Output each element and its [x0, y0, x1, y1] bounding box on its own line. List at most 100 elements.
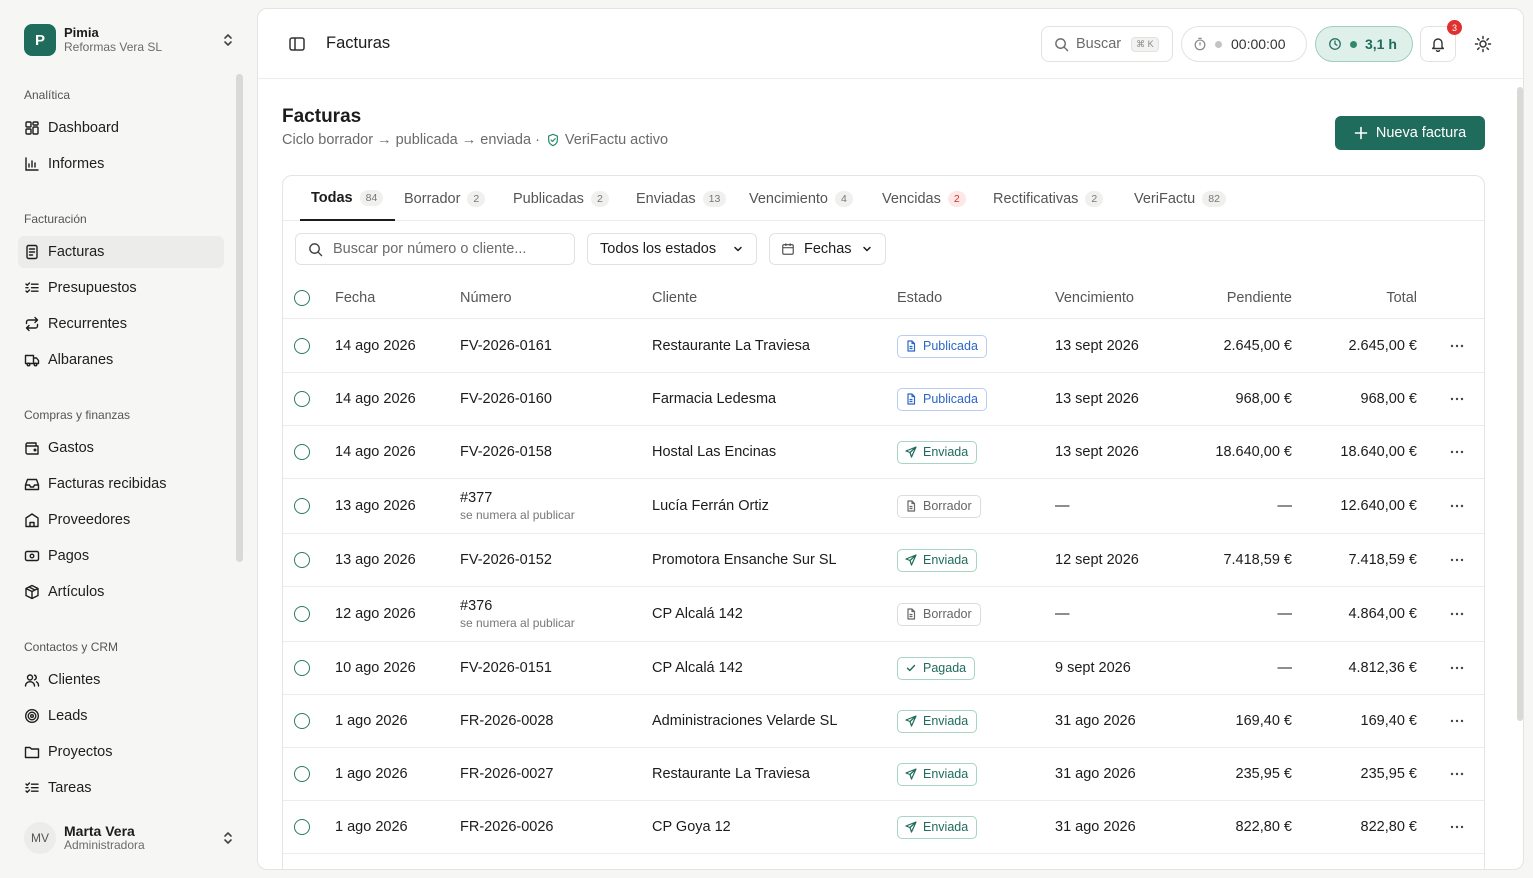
sidebar-item-gastos[interactable]: Gastos — [18, 432, 224, 464]
sidebar-item-proyectos[interactable]: Proyectos — [18, 736, 224, 768]
row-checkbox[interactable] — [294, 552, 310, 568]
column-vencimiento[interactable]: Vencimiento — [1055, 277, 1134, 318]
tab-borrador[interactable]: Borrador 2 — [404, 176, 486, 221]
tab-publicadas[interactable]: Publicadas 2 — [513, 176, 609, 221]
global-search-button[interactable]: Buscar ⌘ K — [1041, 26, 1173, 62]
more-options-icon[interactable] — [1449, 766, 1465, 782]
table-row[interactable]: 1 ago 2026 FR-2026-0027 Restaurante La Tra… — [283, 748, 1484, 801]
table-row[interactable]: 12 ago 2026 #376 se numera al publicar CP A… — [283, 587, 1484, 642]
more-options-icon[interactable] — [1449, 606, 1465, 622]
sun-icon[interactable] — [1474, 35, 1492, 53]
client-name: CP Alcalá 142 — [652, 606, 743, 622]
tab-vencidas[interactable]: Vencidas 2 — [882, 176, 966, 221]
sidebar-item-facturas[interactable]: Facturas — [18, 236, 224, 268]
table-row[interactable]: 13 ago 2026 FV-2026-0152 Promotora Ensanch… — [283, 534, 1484, 587]
sidebar-item-proveedores[interactable]: Proveedores — [18, 504, 224, 536]
status-badge: Publicada — [897, 334, 987, 358]
more-options-icon[interactable] — [1449, 660, 1465, 676]
row-checkbox[interactable] — [294, 766, 310, 782]
row-checkbox[interactable] — [294, 444, 310, 460]
column-cliente[interactable]: Cliente — [652, 277, 697, 318]
list-check-icon — [25, 282, 39, 293]
tab-todas[interactable]: Todas 84 — [300, 176, 396, 221]
select-all-checkbox[interactable] — [294, 289, 310, 306]
tab-verifactu[interactable]: VeriFactu 82 — [1134, 176, 1226, 221]
send-icon — [905, 554, 917, 566]
row-checkbox[interactable] — [294, 713, 310, 729]
invoice-date: 14 ago 2026 — [335, 444, 416, 460]
row-checkbox[interactable] — [294, 819, 310, 835]
total-amount: 7.418,59 € — [1348, 552, 1417, 568]
new-invoice-button[interactable]: Nueva factura — [1335, 116, 1485, 150]
row-checkbox[interactable] — [294, 606, 310, 622]
user-menu[interactable]: MV Marta Vera Administradora — [24, 820, 236, 856]
column-total[interactable]: Total — [1318, 277, 1417, 318]
sidebar-item-presupuestos[interactable]: Presupuestos — [18, 272, 224, 304]
org-switcher[interactable]: P Pimia Reformas Vera SL — [24, 24, 236, 56]
invoice-number-cell: FR-2026-0026 — [460, 801, 554, 853]
table-row[interactable]: 14 ago 2026 FV-2026-0160 Farmacia Ledesma P… — [283, 373, 1484, 426]
more-options-icon[interactable] — [1449, 444, 1465, 460]
tasks-icon — [25, 782, 39, 793]
hours-today[interactable]: 3,1 h — [1315, 26, 1413, 62]
client-name: Promotora Ensanche Sur SL — [652, 552, 837, 568]
more-options-icon[interactable] — [1449, 338, 1465, 354]
tab-vencimiento[interactable]: Vencimiento 4 — [749, 176, 853, 221]
notifications-button[interactable]: 3 — [1420, 20, 1462, 62]
row-checkbox[interactable] — [294, 338, 310, 354]
chart-icon — [25, 157, 39, 171]
total-amount: 12.640,00 € — [1340, 498, 1417, 514]
state-filter-select[interactable]: Todos los estados — [587, 233, 757, 265]
row-checkbox[interactable] — [294, 498, 310, 514]
table-row[interactable]: 1 ago 2026 FR-2026-0028 Administraciones V… — [283, 695, 1484, 748]
status-badge: Enviada — [897, 815, 978, 839]
more-options-icon[interactable] — [1449, 498, 1465, 514]
page-title: Facturas — [282, 106, 362, 127]
column-estado[interactable]: Estado — [897, 277, 942, 318]
time-tracker[interactable]: 00:00:00 — [1181, 26, 1307, 62]
status-badge: Borrador — [897, 602, 981, 626]
invoice-search-input[interactable]: Buscar por número o cliente... — [295, 233, 575, 265]
row-checkbox[interactable] — [294, 660, 310, 676]
more-options-icon[interactable] — [1449, 391, 1465, 407]
sidebar-item-facturas-recibidas[interactable]: Facturas recibidas — [18, 468, 224, 500]
sidebar-item-albaranes[interactable]: Albaranes — [18, 344, 224, 376]
more-options-icon[interactable] — [1449, 713, 1465, 729]
sidebar-scrollbar[interactable] — [236, 74, 243, 562]
tab-enviadas[interactable]: Enviadas 13 — [636, 176, 727, 221]
invoice-number: FR-2026-0028 — [460, 713, 554, 729]
tab-count: 13 — [702, 190, 727, 207]
client-name: Lucía Ferrán Ortiz — [652, 498, 769, 514]
client-name: Administraciones Velarde SL — [652, 713, 838, 729]
sidebar-toggle-icon[interactable] — [288, 35, 306, 53]
column-fecha[interactable]: Fecha — [335, 277, 375, 318]
main-scrollbar[interactable] — [1517, 87, 1523, 721]
notification-count-badge: 3 — [1447, 20, 1462, 35]
row-checkbox[interactable] — [294, 391, 310, 407]
table-row[interactable]: 10 ago 2026 FV-2026-0151 CP Alcalá 142 Paga… — [283, 642, 1484, 695]
sidebar-item-clientes[interactable]: Clientes — [18, 664, 224, 696]
due-date: 31 ago 2026 — [1055, 766, 1136, 782]
table-row[interactable]: 1 ago 2026 FR-2026-0026 CP Goya 12 Enviada 3… — [283, 801, 1484, 854]
column-pendiente[interactable]: Pendiente — [1193, 277, 1292, 318]
tab-rectificativas[interactable]: Rectificativas 2 — [993, 176, 1104, 221]
sidebar-item-leads[interactable]: Leads — [18, 700, 224, 732]
truck-icon — [24, 354, 40, 367]
sidebar-item-articulos[interactable]: Artículos — [18, 576, 224, 608]
table-row[interactable]: 13 ago 2026 #377 se numera al publicar Lucí… — [283, 479, 1484, 534]
sidebar-item-label: Dashboard — [48, 120, 119, 136]
sidebar-item-pagos[interactable]: Pagos — [18, 540, 224, 572]
sidebar-item-dashboard[interactable]: Dashboard — [18, 112, 224, 144]
table-row[interactable]: 14 ago 2026 FV-2026-0161 Restaurante La Tr… — [283, 320, 1484, 373]
column-numero[interactable]: Número — [460, 277, 512, 318]
table-row[interactable]: 14 ago 2026 FV-2026-0158 Hostal Las Encina… — [283, 426, 1484, 479]
sidebar-item-label: Clientes — [48, 672, 101, 688]
invoice-number-cell: FV-2026-0152 — [460, 534, 552, 586]
date-filter-button[interactable]: Fechas — [769, 233, 886, 265]
sidebar-item-recurrentes[interactable]: Recurrentes — [18, 308, 224, 340]
more-options-icon[interactable] — [1449, 819, 1465, 835]
sidebar-item-tareas[interactable]: Tareas — [18, 772, 224, 804]
sidebar-item-informes[interactable]: Informes — [18, 148, 224, 180]
more-options-icon[interactable] — [1449, 552, 1465, 568]
invoice-number-cell: FV-2026-0161 — [460, 320, 552, 372]
